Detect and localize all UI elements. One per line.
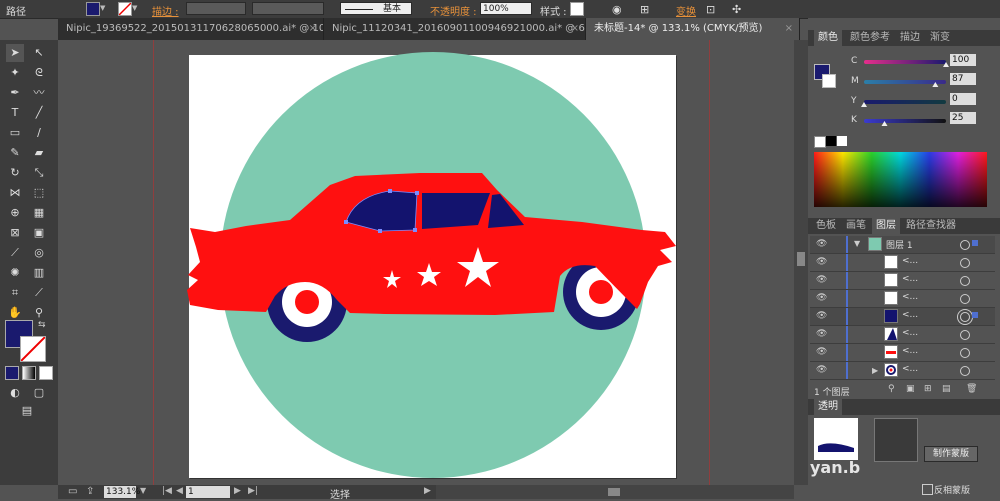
- clipping-mask-icon[interactable]: ▣: [906, 384, 915, 394]
- layer-color-bar: [846, 344, 848, 361]
- layer-sub-row[interactable]: 👁 <...: [810, 290, 995, 308]
- target-icon[interactable]: [960, 330, 970, 340]
- item-thumbnail: [884, 309, 898, 323]
- delete-layer-icon[interactable]: 🗑: [966, 384, 977, 394]
- visibility-eye-icon[interactable]: 👁: [816, 329, 828, 339]
- layer-color-bar: [846, 272, 848, 289]
- tab-layers[interactable]: 图层: [872, 218, 900, 234]
- item-name[interactable]: <...: [902, 328, 918, 338]
- new-sublayer-icon[interactable]: ⊞: [924, 384, 932, 394]
- visibility-eye-icon[interactable]: 👁: [816, 275, 828, 285]
- item-thumbnail: [884, 291, 898, 305]
- item-name[interactable]: <...: [902, 364, 918, 374]
- visibility-eye-icon[interactable]: 👁: [816, 239, 828, 249]
- item-name[interactable]: <...: [902, 256, 918, 266]
- item-name[interactable]: <...: [902, 292, 918, 302]
- layer-color-bar: [846, 254, 848, 271]
- mask-thumbnail[interactable]: [874, 418, 918, 462]
- layer-color-bar: [846, 362, 848, 379]
- target-icon[interactable]: [960, 312, 970, 322]
- visibility-eye-icon[interactable]: 👁: [816, 347, 828, 357]
- slider-marker[interactable]: [932, 82, 939, 87]
- new-layer-icon[interactable]: ▤: [942, 384, 951, 394]
- target-icon[interactable]: [960, 258, 970, 268]
- target-icon[interactable]: [960, 366, 970, 376]
- selection-indicator: [972, 240, 978, 246]
- target-icon[interactable]: [960, 240, 970, 250]
- slider-marker[interactable]: [881, 121, 888, 126]
- layer-sub-row[interactable]: 👁 ▶ <...: [810, 362, 995, 380]
- layer-sub-row-selected[interactable]: 👁 <...: [810, 308, 995, 326]
- object-thumbnail: [814, 418, 858, 460]
- layer-name[interactable]: 图层 1: [886, 238, 913, 251]
- tab-transparency[interactable]: 透明: [814, 399, 842, 415]
- layer-sub-row[interactable]: 👁 <...: [810, 326, 995, 344]
- white-swatch[interactable]: [837, 136, 847, 146]
- item-name[interactable]: <...: [902, 274, 918, 284]
- visibility-eye-icon[interactable]: 👁: [816, 365, 828, 375]
- layer-row[interactable]: 👁 ▼ 图层 1: [810, 236, 995, 254]
- tab-swatches[interactable]: 色板: [812, 218, 840, 234]
- expand-arrow-icon[interactable]: ▶: [872, 366, 878, 375]
- invert-mask-label: 反相蒙版: [934, 486, 971, 496]
- layer-color-bar: [846, 236, 848, 253]
- make-mask-button[interactable]: 制作蒙版: [924, 446, 978, 462]
- locate-object-icon[interactable]: ⚲: [888, 384, 895, 394]
- none-swatch[interactable]: [814, 136, 826, 148]
- item-thumbnail: [884, 255, 898, 269]
- item-name[interactable]: <...: [902, 346, 918, 356]
- color-spectrum[interactable]: [814, 152, 987, 207]
- transparency-panel-tabs: 透明: [808, 399, 1000, 415]
- visibility-eye-icon[interactable]: 👁: [816, 293, 828, 303]
- layer-color-bar: [846, 308, 848, 325]
- layer-count: 1 个图层: [814, 388, 850, 398]
- layer-color-bar: [846, 326, 848, 343]
- layer-thumbnail: [868, 237, 882, 251]
- item-thumbnail: [884, 363, 898, 377]
- watermark-text: yan.b: [810, 458, 861, 477]
- black-swatch[interactable]: [826, 136, 836, 146]
- slider-marker[interactable]: [861, 102, 867, 107]
- invert-mask-checkbox[interactable]: [922, 484, 933, 495]
- layer-sub-row[interactable]: 👁 <...: [810, 254, 995, 272]
- visibility-eye-icon[interactable]: 👁: [816, 257, 828, 267]
- item-thumbnail: [884, 345, 898, 359]
- target-icon[interactable]: [960, 294, 970, 304]
- item-thumbnail: [884, 273, 898, 287]
- target-icon[interactable]: [960, 276, 970, 286]
- layer-sub-row[interactable]: 👁 <...: [810, 344, 995, 362]
- layer-sub-row[interactable]: 👁 <...: [810, 272, 995, 290]
- layers-panel-tabs: 色板 画笔 图层 路径查找器: [808, 218, 1000, 234]
- visibility-eye-icon[interactable]: 👁: [816, 311, 828, 321]
- layer-color-bar: [846, 290, 848, 307]
- tab-pathfinder[interactable]: 路径查找器: [902, 218, 960, 234]
- selection-indicator: [972, 312, 978, 318]
- item-name[interactable]: <...: [902, 310, 918, 320]
- item-thumbnail: [884, 327, 898, 341]
- target-icon[interactable]: [960, 348, 970, 358]
- slider-marker[interactable]: [943, 62, 949, 67]
- tab-brushes[interactable]: 画笔: [842, 218, 870, 234]
- expand-arrow-icon[interactable]: ▼: [854, 239, 860, 248]
